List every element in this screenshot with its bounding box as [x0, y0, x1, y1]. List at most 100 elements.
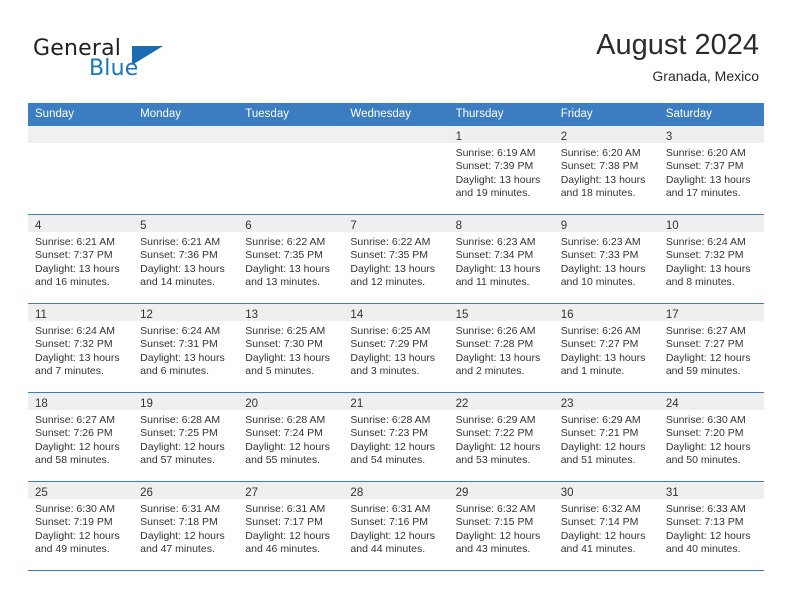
day-detail-line: Sunrise: 6:21 AM	[35, 236, 115, 248]
day-detail-line: and 53 minutes.	[455, 454, 531, 467]
calendar-cell-empty	[238, 126, 344, 215]
calendar-day-cell[interactable]: 14 Sunrise: 6:25 AM Sunset: 7:29 PM Dayligh…	[343, 303, 449, 393]
day-cell-inner: 20 Sunrise: 6:28 AM Sunset: 7:24 PM Dayligh…	[238, 393, 344, 481]
calendar-day-cell[interactable]: 27 Sunrise: 6:31 AM Sunset: 7:17 PM Dayligh…	[238, 481, 344, 571]
calendar-week-row: 11 Sunrise: 6:24 AM Sunset: 7:32 PM Dayligh…	[28, 303, 764, 393]
day-number: 24	[665, 398, 679, 410]
day-cell-inner: 2 Sunrise: 6:20 AM Sunset: 7:38 PM Daylight…	[553, 126, 659, 214]
calendar-day-cell[interactable]: 3 Sunrise: 6:20 AM Sunset: 7:37 PM Daylight…	[658, 126, 764, 215]
day-detail-line: Daylight: 13 hours	[560, 173, 646, 186]
day-detail-line: Sunrise: 6:26 AM	[560, 325, 641, 337]
day-cell-inner: 6 Sunrise: 6:22 AM Sunset: 7:35 PM Daylight…	[238, 215, 344, 303]
calendar-cell-empty	[28, 126, 134, 215]
day-cell-inner	[343, 126, 449, 214]
day-detail-line: Sunrise: 6:28 AM	[140, 414, 221, 426]
calendar-day-cell[interactable]: 20 Sunrise: 6:28 AM Sunset: 7:24 PM Dayligh…	[238, 392, 344, 482]
calendar-day-cell[interactable]: 1 Sunrise: 6:19 AM Sunset: 7:39 PM Daylight…	[448, 126, 554, 215]
calendar-day-cell[interactable]: 13 Sunrise: 6:25 AM Sunset: 7:30 PM Dayligh…	[238, 303, 344, 393]
calendar-day-cell[interactable]: 9 Sunrise: 6:23 AM Sunset: 7:33 PM Daylight…	[553, 214, 659, 304]
calendar-day-cell[interactable]: 19 Sunrise: 6:28 AM Sunset: 7:25 PM Dayligh…	[133, 392, 239, 482]
day-detail-line: and 54 minutes.	[350, 454, 426, 467]
calendar-day-cell[interactable]: 12 Sunrise: 6:24 AM Sunset: 7:31 PM Dayligh…	[133, 303, 239, 393]
calendar-day-cell[interactable]: 23 Sunrise: 6:29 AM Sunset: 7:21 PM Dayligh…	[553, 392, 659, 482]
day-detail-line: Daylight: 12 hours	[245, 440, 330, 453]
calendar-day-cell[interactable]: 18 Sunrise: 6:27 AM Sunset: 7:26 PM Dayligh…	[28, 392, 134, 482]
calendar-day-cell[interactable]: 4 Sunrise: 6:21 AM Sunset: 7:37 PM Daylight…	[28, 214, 134, 304]
day-detail-line: Sunset: 7:31 PM	[140, 338, 218, 351]
day-cell-details: Sunrise: 6:20 AM Sunset: 7:37 PM Daylight:…	[658, 143, 764, 201]
day-cell-inner: 3 Sunrise: 6:20 AM Sunset: 7:37 PM Daylight…	[658, 126, 764, 214]
day-detail-line: Sunrise: 6:23 AM	[560, 236, 641, 248]
day-number: 9	[560, 220, 568, 232]
brand-name-blue: Blue	[89, 56, 139, 81]
calendar-day-cell[interactable]: 30 Sunrise: 6:32 AM Sunset: 7:14 PM Dayligh…	[553, 481, 659, 571]
day-number: 20	[245, 398, 259, 410]
weekday-header-thursday: Thursday	[448, 103, 554, 126]
calendar-week-row: 25 Sunrise: 6:30 AM Sunset: 7:19 PM Dayligh…	[28, 481, 764, 571]
calendar-day-cell[interactable]: 21 Sunrise: 6:28 AM Sunset: 7:23 PM Dayligh…	[343, 392, 449, 482]
day-number-band: 18	[28, 393, 134, 410]
calendar-day-cell[interactable]: 25 Sunrise: 6:30 AM Sunset: 7:19 PM Dayligh…	[28, 481, 134, 571]
calendar-container: Sunday Monday Tuesday Wednesday Thursday Frid…	[28, 103, 764, 571]
calendar-day-cell[interactable]: 2 Sunrise: 6:20 AM Sunset: 7:38 PM Daylight…	[553, 126, 659, 215]
day-number-band	[133, 126, 239, 143]
page-header: General Blue August 2024 Granada, Mexico	[0, 0, 792, 100]
calendar-day-cell[interactable]: 17 Sunrise: 6:27 AM Sunset: 7:27 PM Dayligh…	[658, 303, 764, 393]
calendar-week-row: 4 Sunrise: 6:21 AM Sunset: 7:37 PM Daylight…	[28, 214, 764, 304]
day-detail-line: Daylight: 12 hours	[560, 440, 646, 453]
day-detail-line: Daylight: 13 hours	[35, 262, 120, 275]
day-detail-line: and 55 minutes.	[245, 454, 320, 467]
day-detail-line: and 41 minutes.	[560, 543, 636, 556]
calendar-day-cell[interactable]: 28 Sunrise: 6:31 AM Sunset: 7:16 PM Dayligh…	[343, 481, 449, 571]
weekday-header-monday: Monday	[133, 103, 239, 126]
day-detail-line: Sunrise: 6:21 AM	[140, 236, 221, 248]
day-detail-line: Sunrise: 6:29 AM	[455, 414, 536, 426]
day-cell-inner: 24 Sunrise: 6:30 AM Sunset: 7:20 PM Dayligh…	[658, 393, 764, 481]
calendar-day-cell[interactable]: 6 Sunrise: 6:22 AM Sunset: 7:35 PM Daylight…	[238, 214, 344, 304]
calendar-day-cell[interactable]: 10 Sunrise: 6:24 AM Sunset: 7:32 PM Dayligh…	[658, 214, 764, 304]
day-detail-line: Sunset: 7:32 PM	[665, 249, 744, 262]
calendar-day-cell[interactable]: 5 Sunrise: 6:21 AM Sunset: 7:36 PM Daylight…	[133, 214, 239, 304]
day-cell-details: Sunrise: 6:26 AM Sunset: 7:28 PM Daylight:…	[448, 321, 554, 379]
day-number: 28	[350, 487, 364, 499]
calendar-day-cell[interactable]: 31 Sunrise: 6:33 AM Sunset: 7:13 PM Dayligh…	[658, 481, 764, 571]
brand-logo[interactable]: General Blue	[33, 36, 233, 86]
day-detail-line: Daylight: 13 hours	[665, 173, 751, 186]
day-detail-line: Sunset: 7:35 PM	[245, 249, 323, 262]
calendar-day-cell[interactable]: 26 Sunrise: 6:31 AM Sunset: 7:18 PM Dayligh…	[133, 481, 239, 571]
day-detail-line: and 49 minutes.	[35, 543, 110, 556]
day-cell-details: Sunrise: 6:25 AM Sunset: 7:29 PM Daylight:…	[343, 321, 449, 379]
calendar-day-cell[interactable]: 16 Sunrise: 6:26 AM Sunset: 7:27 PM Dayligh…	[553, 303, 659, 393]
day-number-band: 14	[343, 304, 449, 321]
day-detail-line: Sunrise: 6:24 AM	[140, 325, 221, 337]
weekday-header-tuesday: Tuesday	[238, 103, 344, 126]
day-cell-inner: 29 Sunrise: 6:32 AM Sunset: 7:15 PM Dayligh…	[448, 482, 554, 570]
day-number: 1	[455, 131, 462, 143]
calendar-day-cell[interactable]: 8 Sunrise: 6:23 AM Sunset: 7:34 PM Daylight…	[448, 214, 554, 304]
day-number-band: 10	[658, 215, 764, 232]
calendar-day-cell[interactable]: 11 Sunrise: 6:24 AM Sunset: 7:32 PM Dayligh…	[28, 303, 134, 393]
day-detail-line: Sunrise: 6:25 AM	[245, 325, 326, 337]
day-detail-line: and 10 minutes.	[560, 276, 636, 289]
calendar-day-cell[interactable]: 29 Sunrise: 6:32 AM Sunset: 7:15 PM Dayligh…	[448, 481, 554, 571]
day-detail-line: Daylight: 13 hours	[350, 351, 436, 364]
day-cell-details: Sunrise: 6:24 AM Sunset: 7:31 PM Daylight:…	[133, 321, 239, 379]
calendar-day-cell[interactable]: 7 Sunrise: 6:22 AM Sunset: 7:35 PM Daylight…	[343, 214, 449, 304]
weekday-header-friday: Friday	[553, 103, 659, 126]
day-detail-line: Sunset: 7:23 PM	[350, 427, 429, 440]
day-cell-inner: 9 Sunrise: 6:23 AM Sunset: 7:33 PM Daylight…	[553, 215, 659, 303]
day-number: 10	[665, 220, 679, 232]
day-cell-inner: 15 Sunrise: 6:26 AM Sunset: 7:28 PM Dayligh…	[448, 304, 554, 392]
day-number-band: 28	[343, 482, 449, 499]
calendar-day-cell[interactable]: 15 Sunrise: 6:26 AM Sunset: 7:28 PM Dayligh…	[448, 303, 554, 393]
day-cell-inner: 23 Sunrise: 6:29 AM Sunset: 7:21 PM Dayligh…	[553, 393, 659, 481]
calendar-day-cell[interactable]: 24 Sunrise: 6:30 AM Sunset: 7:20 PM Dayligh…	[658, 392, 764, 482]
day-number-band: 19	[133, 393, 239, 410]
calendar-day-cell[interactable]: 22 Sunrise: 6:29 AM Sunset: 7:22 PM Dayligh…	[448, 392, 554, 482]
day-detail-line: and 14 minutes.	[140, 276, 215, 289]
day-number-band: 31	[658, 482, 764, 499]
day-number: 31	[665, 487, 679, 499]
day-number: 25	[35, 487, 48, 499]
day-cell-details: Sunrise: 6:26 AM Sunset: 7:27 PM Daylight:…	[553, 321, 659, 379]
day-detail-line: and 8 minutes.	[665, 276, 735, 289]
